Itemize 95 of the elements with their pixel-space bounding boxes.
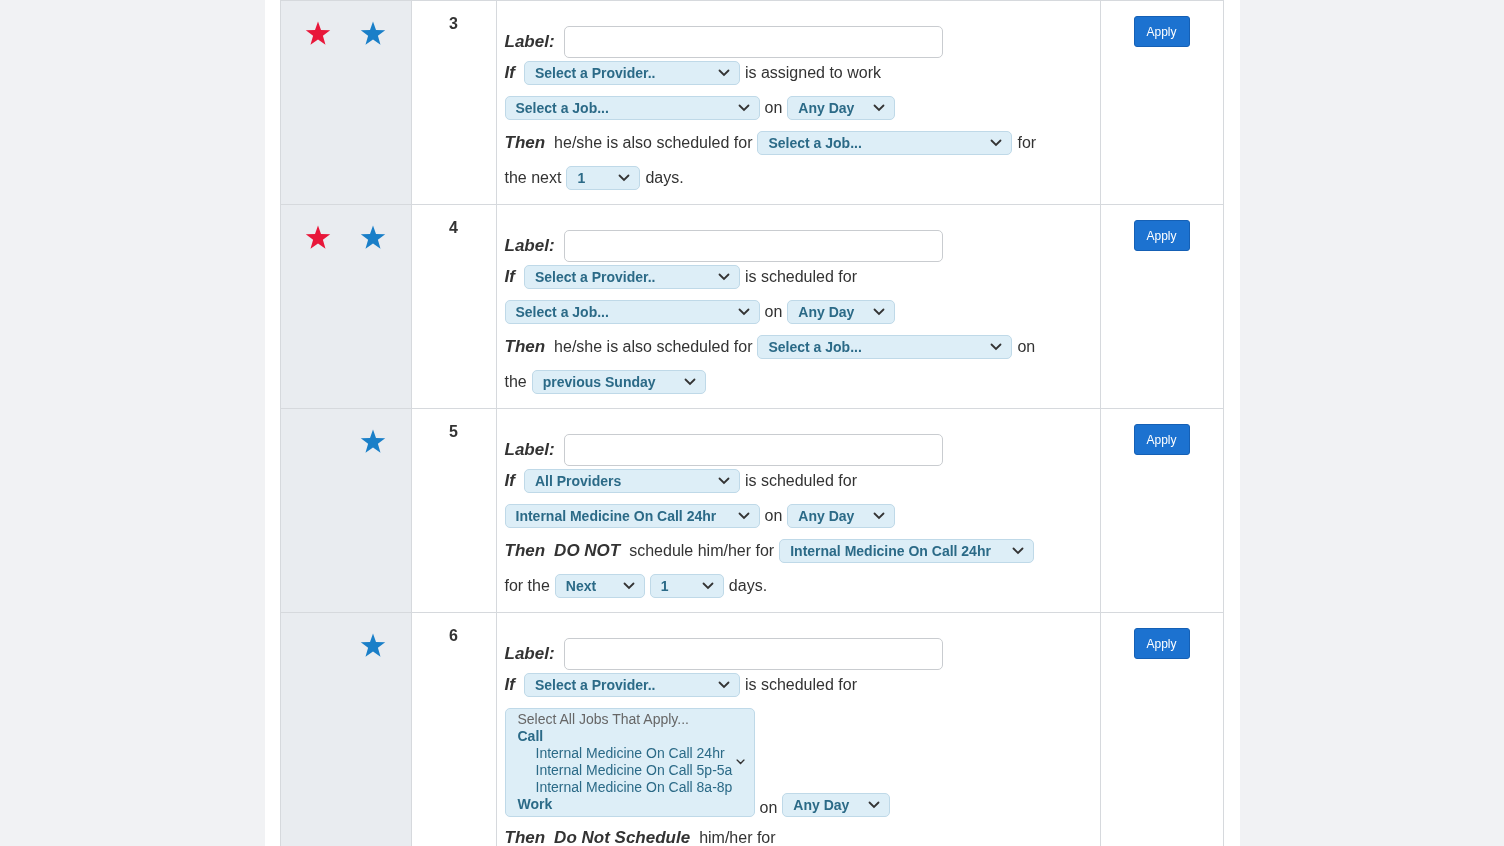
- apply-button[interactable]: Apply: [1133, 628, 1190, 659]
- weekday-dropdown[interactable]: previous Sunday: [531, 370, 706, 394]
- chevron-icon: [737, 104, 750, 112]
- rule-number: 4: [449, 219, 458, 237]
- keyword-text: Label:: [504, 32, 555, 52]
- rule-text: days.: [728, 577, 768, 595]
- chevron-icon: [990, 343, 1003, 351]
- apply-button[interactable]: Apply: [1133, 220, 1190, 251]
- rule-text: on: [1017, 338, 1036, 356]
- rule-text: for: [1017, 134, 1037, 152]
- keyword-text: If: [504, 471, 515, 491]
- rule-text: schedule him/her for: [629, 542, 775, 560]
- label-input[interactable]: [563, 434, 943, 466]
- rule-text: the: [504, 373, 527, 391]
- day-dropdown[interactable]: Any Day: [787, 504, 896, 528]
- job-dropdown[interactable]: Select a Job...: [757, 131, 1013, 155]
- chevron-icon: [717, 273, 730, 281]
- label-input[interactable]: [563, 230, 943, 262]
- rule-text: on: [764, 507, 783, 525]
- chevron-icon: [622, 582, 635, 590]
- direction-dropdown[interactable]: Next: [554, 574, 645, 598]
- provider-dropdown[interactable]: Select a Provider..: [523, 673, 740, 697]
- chevron-icon: [868, 801, 881, 809]
- keyword-text: If: [504, 675, 515, 695]
- job-dropdown[interactable]: Select a Job...: [757, 335, 1013, 359]
- star-icon[interactable]: [359, 633, 386, 658]
- rule-text: is scheduled for: [744, 268, 857, 286]
- keyword-text: Then: [504, 541, 546, 561]
- count-dropdown[interactable]: 1: [566, 166, 641, 190]
- chevron-icon: [873, 308, 886, 316]
- option-group-label: Call: [517, 728, 545, 745]
- day-dropdown[interactable]: Any Day: [787, 96, 896, 120]
- star-icon[interactable]: [359, 225, 386, 250]
- job-option[interactable]: Internal Medicine On Call 24hr: [517, 745, 733, 762]
- rule-number: 6: [449, 627, 458, 645]
- rule-text: is scheduled for: [744, 676, 857, 694]
- chevron-icon: [717, 477, 730, 485]
- chevron-icon: [683, 378, 696, 386]
- chevron-icon: [737, 308, 750, 316]
- rule-number: 5: [449, 423, 458, 441]
- star-icon[interactable]: [304, 21, 331, 46]
- chevron-icon: [701, 582, 714, 590]
- rule-text: the next: [504, 169, 562, 187]
- job-dropdown[interactable]: Select a Job...: [504, 300, 760, 324]
- job-dropdown[interactable]: Select a Job...: [504, 96, 760, 120]
- day-dropdown[interactable]: Any Day: [787, 300, 896, 324]
- chevron-icon: [717, 681, 730, 689]
- rule-text: is scheduled for: [744, 472, 857, 490]
- keyword-text: Do Not Schedule: [554, 828, 691, 846]
- multiselect-placeholder: Select All Jobs That Apply...: [517, 711, 690, 728]
- job-dropdown[interactable]: Internal Medicine On Call 24hr: [504, 504, 760, 528]
- rule-text: days.: [645, 169, 684, 187]
- star-icon[interactable]: [304, 225, 331, 250]
- provider-dropdown[interactable]: Select a Provider..: [523, 61, 740, 85]
- keyword-text: Label:: [504, 440, 555, 460]
- label-input[interactable]: [563, 638, 943, 670]
- chevron-icon: [736, 758, 746, 766]
- job-dropdown[interactable]: Internal Medicine On Call 24hr: [779, 539, 1035, 563]
- rule-text: on: [764, 99, 783, 117]
- keyword-text: If: [504, 63, 515, 83]
- chevron-icon: [737, 512, 750, 520]
- chevron-icon: [873, 512, 886, 520]
- rule-text: for the: [504, 577, 550, 595]
- keyword-text: Then: [504, 337, 546, 357]
- chevron-icon: [873, 104, 886, 112]
- keyword-text: If: [504, 267, 515, 287]
- keyword-text: DO NOT: [554, 541, 621, 561]
- keyword-text: Then: [504, 828, 546, 846]
- rule-text: on: [759, 799, 778, 817]
- job-option[interactable]: Internal Medicine On Call 8a-8p: [517, 779, 733, 796]
- count-dropdown[interactable]: 1: [649, 574, 724, 598]
- rule-text: on: [764, 303, 783, 321]
- provider-dropdown[interactable]: Select a Provider..: [523, 265, 740, 289]
- option-group-label: Work: [517, 796, 554, 813]
- rule-text: he/she is also scheduled for: [554, 338, 753, 356]
- chevron-icon: [717, 69, 730, 77]
- keyword-text: Label:: [504, 236, 555, 256]
- day-dropdown[interactable]: Any Day: [782, 793, 891, 817]
- keyword-text: Then: [504, 133, 546, 153]
- label-input[interactable]: [563, 26, 943, 58]
- rule-number: 3: [449, 15, 458, 33]
- provider-dropdown[interactable]: All Providers: [523, 469, 740, 493]
- rule-text: he/she is also scheduled for: [554, 134, 753, 152]
- star-icon[interactable]: [359, 21, 386, 46]
- chevron-icon: [990, 139, 1003, 147]
- star-icon[interactable]: [359, 429, 386, 454]
- rule-text: is assigned to work: [744, 64, 881, 82]
- apply-button[interactable]: Apply: [1133, 424, 1190, 455]
- chevron-icon: [618, 174, 631, 182]
- keyword-text: Label:: [504, 644, 555, 664]
- job-option[interactable]: Internal Medicine On Call 5p-5a: [517, 762, 733, 779]
- apply-button[interactable]: Apply: [1133, 16, 1190, 47]
- chevron-icon: [1012, 547, 1025, 555]
- rule-text: him/her for: [699, 829, 776, 846]
- jobs-multiselect[interactable]: Select All Jobs That Apply... Call Internal Medicine On Call 24hr Internal Medicine On Call 5p-5a Internal Medicine On Call 8a-8p Work: [504, 708, 755, 817]
